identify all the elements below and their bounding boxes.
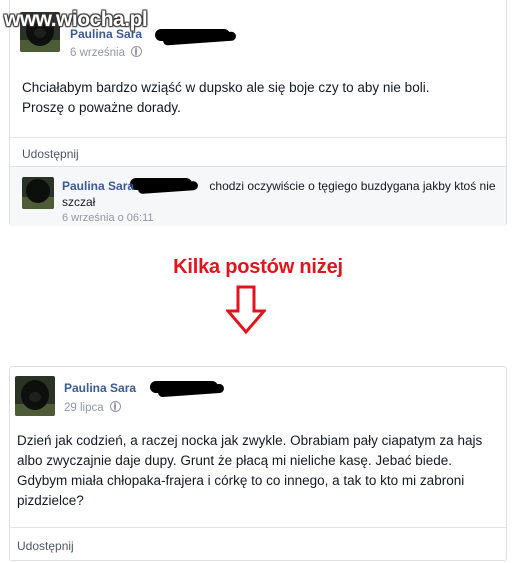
divider [10, 527, 506, 528]
redaction-scribble [150, 381, 218, 393]
post-date-text[interactable]: 29 lipca [64, 402, 104, 414]
post-text-line: Chciałabym bardzo wziąść w dupsko ale si… [22, 80, 430, 95]
comment-avatar[interactable] [22, 177, 54, 209]
comment-section: Paulina Sara chodzi oczywiście o tęgiego… [10, 166, 506, 226]
share-link[interactable]: Udostępnij [17, 539, 74, 553]
post-text-line: Proszę o poważne dorady. [22, 100, 181, 115]
comment-text-line: chodzi oczywiście o tęgiego buzdygana ja… [209, 179, 496, 193]
post-text: Chciałabym bardzo wziąść w dupsko ale si… [22, 78, 429, 118]
post-text-line: albo zwyczajnie daje dupy. Grunt że płac… [17, 453, 452, 468]
post-text: Dzień jak codzień, a raczej nocka jak zw… [17, 431, 505, 511]
comment-author-name[interactable]: Paulina Sara [62, 179, 134, 193]
globe-icon [109, 401, 121, 412]
post-author-name[interactable]: Paulina Sara [64, 381, 136, 395]
comment-date[interactable]: 6 września o 06:11 [62, 212, 154, 224]
watermark-logo: www.wiocha.pl [4, 8, 148, 31]
divider [10, 137, 506, 138]
post-card-1: Paulina Sara 6 września Chciałabym bardz… [9, 0, 507, 226]
headline: Kilka postów niżej [173, 256, 343, 278]
post-date[interactable]: 29 lipca [64, 401, 121, 414]
post-date-text[interactable]: 6 września [70, 47, 125, 59]
comment-text: Paulina Sara chodzi oczywiście o tęgiego… [62, 178, 502, 210]
post-text-line: pizdzielce? [17, 493, 84, 508]
down-arrow-icon [226, 285, 266, 335]
post-text-line: Gdybym miała chłopaka-frajera i córkę to… [17, 473, 465, 488]
avatar[interactable] [15, 376, 55, 416]
post-card-2: Paulina Sara 29 lipca Dzień jak codzień,… [9, 366, 507, 561]
comment-text-line: szczał [62, 195, 96, 209]
globe-icon [130, 46, 142, 57]
redaction-scribble [155, 29, 230, 41]
post-text-line: Dzień jak codzień, a raczej nocka jak zw… [17, 433, 483, 448]
post-date[interactable]: 6 września [70, 46, 142, 59]
share-link[interactable]: Udostępnij [22, 147, 79, 161]
